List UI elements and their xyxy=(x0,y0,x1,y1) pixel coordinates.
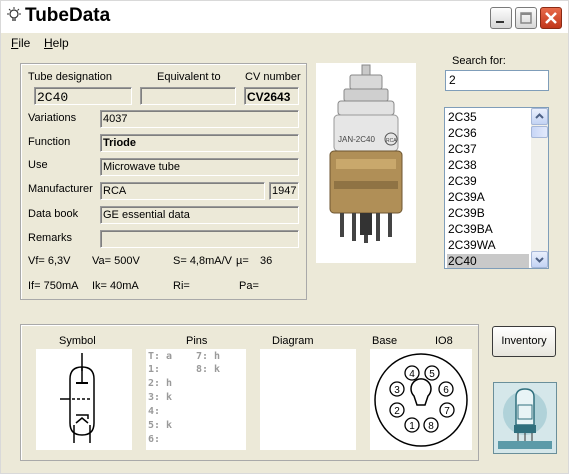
search-label: Search for: xyxy=(452,55,506,67)
list-item[interactable]: 2C35 xyxy=(447,110,529,126)
menu-bar: File Help xyxy=(1,33,568,53)
list-item[interactable]: 2C38 xyxy=(447,158,529,174)
pin-entry: 4: xyxy=(148,406,161,417)
manufacturer-field[interactable]: RCA xyxy=(100,182,265,200)
databook-label: Data book xyxy=(28,208,79,220)
close-icon xyxy=(545,12,557,24)
maximize-button[interactable] xyxy=(515,7,537,29)
cv-field[interactable]: CV2643 xyxy=(244,87,299,105)
title-bar[interactable]: TubeData xyxy=(1,1,568,33)
base-box: 1 2 3 4 5 6 7 8 xyxy=(370,349,472,450)
vf-value: Vf= 6,3V xyxy=(28,255,71,267)
equivalent-label: Equivalent to xyxy=(157,71,221,83)
designation-field[interactable]: 2C40 xyxy=(34,87,132,105)
remarks-label: Remarks xyxy=(28,232,73,244)
s-value: S= 4,8mA/V xyxy=(173,255,233,267)
list-item[interactable]: 2C37 xyxy=(447,142,529,158)
va-value: Va= 500V xyxy=(92,255,140,267)
socket-pin: 4 xyxy=(409,369,415,380)
list-item[interactable]: 2C39WA xyxy=(447,238,529,254)
databook-field[interactable]: GE essential data xyxy=(100,206,299,224)
socket-pin: 8 xyxy=(428,421,434,432)
function-label: Function xyxy=(28,136,71,148)
mu-label: µ= xyxy=(236,255,249,267)
diagram-label: Diagram xyxy=(272,335,314,347)
app-window: TubeData File Help Tube designation Equi… xyxy=(0,0,569,474)
chevron-down-icon xyxy=(535,257,544,263)
variations-label: Variations xyxy=(28,112,77,124)
lightbulb-icon xyxy=(7,7,21,21)
socket-pin: 6 xyxy=(443,385,449,396)
pin-entry: T: a xyxy=(148,351,173,362)
pin-entry: 8: k xyxy=(196,364,221,375)
socket-pin: 7 xyxy=(444,406,450,417)
list-item[interactable]: 2C39 xyxy=(447,174,529,190)
if-value: If= 750mA xyxy=(28,280,79,292)
designation-label: Tube designation xyxy=(28,71,112,83)
diagram-box xyxy=(260,349,356,450)
socket-pin: 5 xyxy=(429,369,435,380)
symbol-box xyxy=(36,349,132,450)
minimize-button[interactable] xyxy=(490,7,512,29)
scroll-down-button[interactable] xyxy=(531,251,548,268)
socket-pin: 3 xyxy=(394,385,400,396)
pin-entry: 3: k xyxy=(148,392,173,403)
maximize-icon xyxy=(520,12,532,24)
tube-image: JAN-2C40 RCA xyxy=(329,64,403,243)
variations-field[interactable]: 4037 xyxy=(100,110,299,128)
scroll-thumb[interactable] xyxy=(531,126,548,138)
tube-listbox[interactable]: 2C35 2C36 2C37 2C38 2C39 2C39A 2C39B 2C3… xyxy=(444,107,549,269)
ik-value: Ik= 40mA xyxy=(92,280,139,292)
list-item[interactable]: 2C39B xyxy=(447,206,529,222)
tube-photo: JAN-2C40 RCA xyxy=(316,63,416,263)
socket-diagram: 1 2 3 4 5 6 7 8 xyxy=(374,353,468,447)
manufacturer-label: Manufacturer xyxy=(28,183,93,195)
base-label: Base xyxy=(372,335,398,347)
year-field[interactable]: 1947 xyxy=(269,182,299,200)
tube-brand-text: RCA xyxy=(386,138,397,144)
pins-box: T: a 1: 2: h 3: k 4: 5: k 6: 7: h 8: k xyxy=(146,349,246,450)
pin-entry: 2: h xyxy=(148,378,173,389)
mu-value: 36 xyxy=(260,255,273,267)
use-label: Use xyxy=(28,159,48,171)
app-logo xyxy=(493,382,557,454)
use-field[interactable]: Microwave tube xyxy=(100,158,299,176)
pa-value: Pa= xyxy=(239,280,259,292)
list-item[interactable]: 2C39A xyxy=(447,190,529,206)
socket-pin: 2 xyxy=(394,406,400,417)
list-item-selected[interactable]: 2C40 xyxy=(447,254,529,268)
cv-label: CV number xyxy=(245,71,301,83)
pin-entry: 1: xyxy=(148,364,161,375)
close-button[interactable] xyxy=(540,7,562,29)
menu-help[interactable]: Help xyxy=(44,36,69,50)
symbol-label: Symbol xyxy=(59,335,96,347)
menu-file[interactable]: File xyxy=(11,36,30,50)
minimize-icon xyxy=(496,21,504,23)
equivalent-field[interactable] xyxy=(140,87,236,105)
chevron-up-icon xyxy=(535,113,544,119)
pins-label: Pins xyxy=(186,335,208,347)
base-type-label: IO8 xyxy=(435,335,453,347)
function-field[interactable]: Triode xyxy=(100,134,299,152)
tube-logo-icon xyxy=(494,383,556,453)
pin-entry: 7: h xyxy=(196,351,221,362)
scroll-up-button[interactable] xyxy=(531,108,548,125)
search-input[interactable]: 2 xyxy=(445,70,549,91)
list-item[interactable]: 2C36 xyxy=(447,126,529,142)
socket-pin: 1 xyxy=(409,421,415,432)
inventory-button[interactable]: Inventory xyxy=(492,326,556,357)
list-item[interactable]: 2C39BA xyxy=(447,222,529,238)
pin-entry: 5: k xyxy=(148,420,173,431)
triode-symbol xyxy=(60,353,95,443)
window-title: TubeData xyxy=(25,5,111,26)
pin-entry: 6: xyxy=(148,434,161,445)
list-scrollbar[interactable] xyxy=(531,108,548,268)
remarks-field[interactable] xyxy=(100,230,299,248)
ri-value: Ri= xyxy=(173,280,190,292)
tube-print-text: JAN-2C40 xyxy=(338,135,375,144)
